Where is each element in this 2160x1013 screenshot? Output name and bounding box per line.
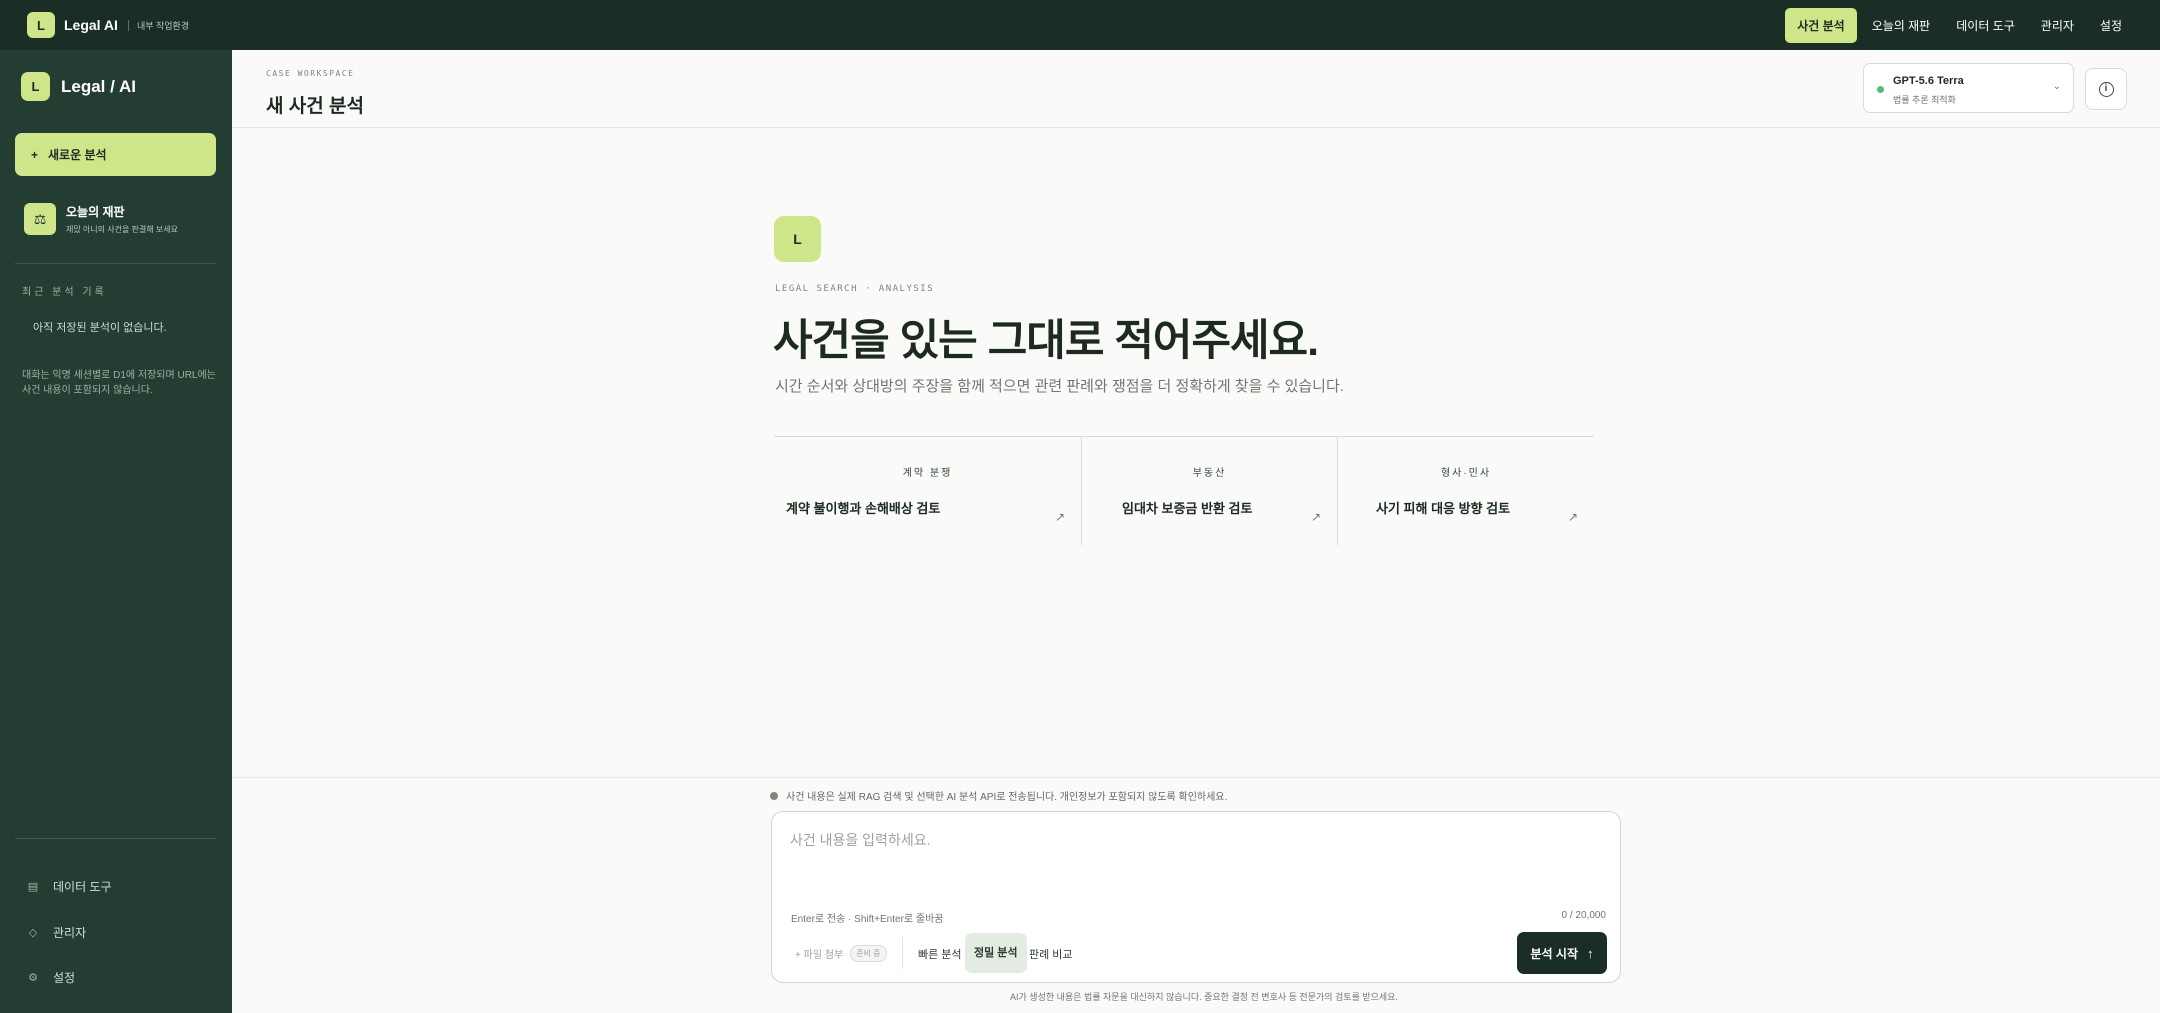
nav-case-analysis[interactable]: 사건 분석 xyxy=(1785,7,1857,43)
top-bar: L Legal AI 내부 작업환경 사건 분석 오늘의 재판 데이터 도구 관… xyxy=(0,0,2160,50)
notice-text: 사건 내용은 실제 RAG 검색 및 선택한 AI 분석 API로 전송됩니다.… xyxy=(786,792,1228,803)
sidebar-item-label: 관리자 xyxy=(53,926,87,940)
attach-file-button[interactable]: + 파일 첨부 준비 중 xyxy=(795,945,887,962)
info-button[interactable]: i xyxy=(2085,68,2127,110)
brand-subtitle: 내부 작업환경 xyxy=(136,20,190,31)
sidebar-item-admin[interactable]: ◇ 관리자 xyxy=(27,924,86,941)
recent-history-label: 최근 분석 기록 xyxy=(22,287,107,298)
card-category: 계약 분쟁 xyxy=(902,468,953,479)
trial-subtitle: 재밌 아니의 사건을 판결해 보세요 xyxy=(66,225,178,234)
example-cards: 계약 분쟁 계약 불이행과 손해배상 검토 ↗ 부동산 임대차 보증금 반환 검… xyxy=(774,436,1594,545)
composer-separator xyxy=(902,937,903,969)
ai-disclaimer: AI가 생성한 내용은 법률 자문을 대신하지 않습니다. 중요한 결정 전 변… xyxy=(1010,992,1398,1002)
chevron-down-icon: ⌄ xyxy=(2052,81,2061,92)
hero-eyebrow: LEGAL SEARCH · ANALYSIS xyxy=(775,284,935,294)
page-title: 새 사건 분석 xyxy=(266,96,364,117)
nav-admin[interactable]: 관리자 xyxy=(2030,8,2085,43)
submit-label: 분석 시작 xyxy=(1530,946,1579,961)
brand-name[interactable]: Legal AI xyxy=(64,17,118,33)
start-analysis-button[interactable]: 분석 시작 ↑ xyxy=(1517,932,1607,974)
sidebar-item-settings[interactable]: ⚙ 설정 xyxy=(27,969,75,986)
plus-icon: + xyxy=(31,147,39,162)
example-card-contract[interactable]: 계약 분쟁 계약 불이행과 손해배상 검토 ↗ xyxy=(774,437,1081,545)
card-title: 계약 불이행과 손해배상 검토 xyxy=(786,501,941,516)
new-analysis-label: 새로운 분석 xyxy=(48,148,107,162)
hero-logo: L xyxy=(774,216,821,262)
model-status-dot xyxy=(1877,86,1884,93)
sidebar: L Legal / AI + 새로운 분석 ⚖ 오늘의 재판 재밌 아니의 사건… xyxy=(0,50,232,1013)
model-subtitle: 법률 추론 최적화 xyxy=(1893,95,1956,105)
nav-todays-trial[interactable]: 오늘의 재판 xyxy=(1861,8,1942,43)
sidebar-item-label: 설정 xyxy=(53,971,76,985)
mode-quick[interactable]: 빠른 분석 xyxy=(918,946,962,962)
composer: Enter로 전송 · Shift+Enter로 줄바꿈 0 / 20,000 … xyxy=(771,811,1621,983)
nav-data-tools[interactable]: 데이터 도구 xyxy=(1945,8,2026,43)
example-card-real-estate[interactable]: 부동산 임대차 보증금 반환 검토 ↗ xyxy=(1081,437,1337,545)
coming-soon-badge: 준비 중 xyxy=(850,945,887,962)
new-analysis-button[interactable]: + 새로운 분석 xyxy=(15,133,216,176)
char-counter: 0 / 20,000 xyxy=(1561,910,1606,921)
brand-divider xyxy=(127,19,129,31)
model-selector[interactable]: GPT-5.6 Terra 법률 추론 최적화 ⌄ xyxy=(1863,63,2074,113)
sidebar-logo: L xyxy=(21,72,50,101)
attach-label: + 파일 첨부 xyxy=(795,950,844,961)
empty-history-text: 아직 저장된 분석이 없습니다. xyxy=(33,322,167,334)
example-card-criminal-civil[interactable]: 형사·민사 사기 피해 대응 방향 검토 ↗ xyxy=(1337,437,1594,545)
hero-description: 시간 순서와 상대방의 주장을 함께 적으면 관련 판례와 쟁점을 더 정확하게… xyxy=(775,378,1344,395)
info-icon: i xyxy=(2098,81,2114,97)
sidebar-divider xyxy=(15,263,216,264)
keyboard-hint: Enter로 전송 · Shift+Enter로 줄바꿈 xyxy=(791,914,944,925)
header-eyebrow: CASE WORKSPACE xyxy=(266,69,355,78)
card-category: 형사·민사 xyxy=(1440,468,1492,479)
sidebar-item-label: 데이터 도구 xyxy=(53,880,112,894)
mode-precedent-compare[interactable]: 판례 비교 xyxy=(1029,946,1073,962)
nav-settings[interactable]: 설정 xyxy=(2089,8,2133,43)
brand-logo[interactable]: L xyxy=(27,12,55,38)
mode-detailed[interactable]: 정밀 분석 xyxy=(965,933,1027,973)
arrow-up-right-icon: ↗ xyxy=(1310,510,1321,524)
arrow-up-right-icon: ↗ xyxy=(1054,510,1065,524)
card-title: 임대차 보증금 반환 검토 xyxy=(1122,501,1253,516)
arrow-up-right-icon: ↗ xyxy=(1567,510,1578,524)
arrow-up-icon: ↑ xyxy=(1587,945,1594,961)
grid-icon: ▤ xyxy=(27,881,39,893)
scale-icon: ⚖ xyxy=(24,203,56,235)
sidebar-title: Legal / AI xyxy=(61,76,136,96)
sidebar-header: L Legal / AI xyxy=(21,72,136,101)
sidebar-divider xyxy=(15,838,216,839)
model-name: GPT-5.6 Terra xyxy=(1893,75,1964,87)
top-nav: 사건 분석 오늘의 재판 데이터 도구 관리자 설정 xyxy=(1785,7,2133,43)
sidebar-item-data-tools[interactable]: ▤ 데이터 도구 xyxy=(27,878,112,895)
case-input[interactable] xyxy=(790,830,1600,890)
card-category: 부동산 xyxy=(1192,468,1227,479)
todays-trial-item[interactable]: ⚖ 오늘의 재판 재밌 아니의 사건을 판결해 보세요 xyxy=(24,203,178,235)
diamond-icon: ◇ xyxy=(28,927,38,939)
gear-icon: ⚙ xyxy=(28,972,38,984)
composer-divider xyxy=(232,777,2160,778)
privacy-notice: 사건 내용은 실제 RAG 검색 및 선택한 AI 분석 API로 전송됩니다.… xyxy=(770,788,1227,803)
card-title: 사기 피해 대응 방향 검토 xyxy=(1376,501,1511,516)
trial-title: 오늘의 재판 xyxy=(66,205,125,219)
hero-title: 사건을 있는 그대로 적어주세요. xyxy=(773,317,1319,365)
notice-dot-icon xyxy=(770,791,778,800)
workspace-header: CASE WORKSPACE 새 사건 분석 GPT-5.6 Terra 법률 … xyxy=(232,50,2160,128)
privacy-note: 대화는 익명 세션별로 D1에 저장되며 URL에는 사건 내용이 포함되지 않… xyxy=(22,370,216,396)
